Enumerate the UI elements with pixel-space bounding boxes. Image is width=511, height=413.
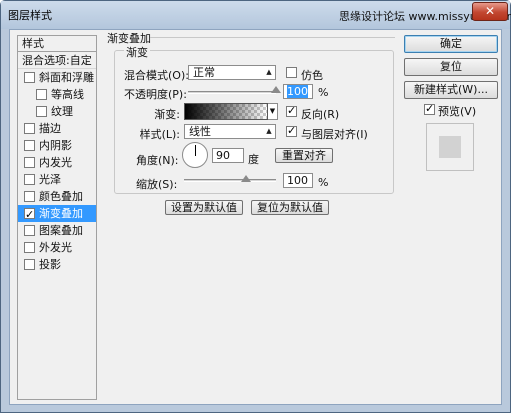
styles-list: 样式 混合选项:自定 斜面和浮雕等高线纹理描边内阴影内发光光泽颜色叠加渐变叠加图… — [17, 35, 97, 400]
style-list-item[interactable]: 颜色叠加 — [18, 188, 96, 205]
style-list-item[interactable]: 等高线 — [18, 86, 96, 103]
opacity-slider-thumb[interactable] — [271, 86, 281, 93]
blend-mode-select[interactable]: 正常 ▲ — [188, 65, 276, 80]
close-button[interactable]: ✕ — [472, 2, 508, 21]
gradient-style-value: 线性 — [189, 125, 211, 138]
scale-value: 100 — [287, 174, 308, 187]
style-list-item-label: 纹理 — [51, 105, 73, 118]
blend-mode-value: 正常 — [193, 66, 215, 79]
reverse-checkbox[interactable] — [286, 104, 297, 117]
style-preview — [426, 123, 474, 171]
blending-options-item[interactable]: 混合选项:自定 — [18, 52, 96, 69]
ok-button[interactable]: 确定 — [404, 35, 498, 53]
style-checkbox[interactable] — [24, 206, 35, 223]
dither-checkbox[interactable] — [286, 67, 297, 78]
chevron-down-icon: ▼ — [269, 107, 276, 115]
gradient-preview[interactable] — [184, 103, 268, 120]
style-label: 样式(L): — [139, 128, 180, 141]
scale-slider-thumb[interactable] — [240, 175, 251, 182]
style-checkbox[interactable] — [24, 225, 35, 236]
style-checkbox[interactable] — [24, 123, 35, 134]
dialog-body: 样式 混合选项:自定 斜面和浮雕等高线纹理描边内阴影内发光光泽颜色叠加渐变叠加图… — [9, 29, 502, 405]
chevron-down-icon: ▲ — [266, 127, 272, 135]
style-list-item-label: 渐变叠加 — [39, 207, 83, 220]
angle-value: 90 — [216, 149, 230, 162]
align-with-layer-checkbox[interactable] — [286, 124, 297, 137]
style-list-item[interactable]: 斜面和浮雕 — [18, 69, 96, 86]
style-list-item[interactable]: 投影 — [18, 256, 96, 273]
angle-input[interactable]: 90 — [212, 148, 244, 163]
style-list-item-label: 光泽 — [39, 173, 61, 186]
scale-input[interactable]: 100 — [283, 173, 313, 188]
window-title: 图层样式 — [8, 9, 52, 22]
style-checkbox[interactable] — [24, 140, 35, 151]
style-list-item-label: 图案叠加 — [39, 224, 83, 237]
new-style-button[interactable]: 新建样式(W)... — [404, 81, 498, 99]
style-checkbox[interactable] — [36, 106, 47, 117]
style-list-item-label: 等高线 — [51, 88, 84, 101]
style-checkbox[interactable] — [24, 191, 35, 202]
style-checkbox[interactable] — [36, 89, 47, 100]
opacity-slider[interactable] — [188, 91, 276, 94]
style-list-item[interactable]: 内发光 — [18, 154, 96, 171]
styles-list-header[interactable]: 样式 — [18, 36, 96, 52]
style-list-item-label: 内发光 — [39, 156, 72, 169]
make-default-button[interactable]: 设置为默认值 — [165, 200, 243, 215]
scale-slider[interactable] — [184, 179, 276, 182]
style-list-item[interactable]: 外发光 — [18, 239, 96, 256]
gradient-style-select[interactable]: 线性 ▲ — [184, 124, 276, 139]
style-list-item-label: 描边 — [39, 122, 61, 135]
style-list-item-label: 外发光 — [39, 241, 72, 254]
reset-alignment-button[interactable]: 重置对齐 — [275, 148, 333, 163]
style-list-item[interactable]: 图案叠加 — [18, 222, 96, 239]
degree-unit: 度 — [248, 153, 259, 166]
align-with-layer-label: 与图层对齐(I) — [301, 128, 368, 141]
style-preview-swatch — [439, 136, 461, 158]
style-list-item-label: 投影 — [39, 258, 61, 271]
opacity-percent: % — [318, 86, 329, 99]
opacity-label: 不透明度(P): — [124, 88, 187, 101]
preview-label: 预览(V) — [438, 105, 477, 118]
title-bar[interactable]: 图层样式 思缘设计论坛 www.missyuan.com ✕ — [1, 1, 511, 29]
scale-label: 缩放(S): — [136, 178, 178, 191]
dither-label: 仿色 — [301, 69, 323, 82]
scale-percent: % — [318, 176, 329, 189]
style-checkbox[interactable] — [24, 242, 35, 253]
style-list-item[interactable]: 内阴影 — [18, 137, 96, 154]
opacity-value: 100 — [287, 85, 308, 98]
reset-button[interactable]: 复位 — [404, 58, 498, 76]
angle-label: 角度(N): — [136, 154, 179, 167]
style-checkbox[interactable] — [24, 174, 35, 185]
style-list-item-label: 内阴影 — [39, 139, 72, 152]
style-list-item-label: 斜面和浮雕 — [39, 71, 94, 84]
style-list-item-label: 颜色叠加 — [39, 190, 83, 203]
preview-checkbox[interactable] — [424, 102, 435, 115]
style-list-item[interactable]: 渐变叠加 — [18, 205, 96, 223]
style-checkbox[interactable] — [24, 72, 35, 83]
style-checkbox[interactable] — [24, 259, 35, 270]
opacity-input[interactable]: 100 — [283, 84, 313, 99]
style-checkbox[interactable] — [24, 157, 35, 168]
reverse-label: 反向(R) — [301, 108, 340, 121]
gradient-picker-arrow[interactable]: ▼ — [268, 103, 278, 120]
layer-style-dialog: 图层样式 思缘设计论坛 www.missyuan.com ✕ 样式 混合选项:自… — [0, 0, 511, 413]
reset-to-default-button[interactable]: 复位为默认值 — [251, 200, 329, 215]
angle-needle — [195, 145, 196, 156]
section-title: 渐变 — [124, 44, 150, 60]
style-list-item[interactable]: 纹理 — [18, 103, 96, 120]
gradient-label: 渐变: — [154, 108, 180, 121]
style-list-item[interactable]: 光泽 — [18, 171, 96, 188]
close-icon: ✕ — [484, 4, 496, 18]
angle-dial[interactable] — [182, 142, 208, 168]
style-list-item[interactable]: 描边 — [18, 120, 96, 137]
blend-mode-label: 混合模式(O): — [124, 69, 189, 82]
group-divider — [150, 37, 395, 38]
chevron-down-icon: ▲ — [266, 68, 272, 76]
